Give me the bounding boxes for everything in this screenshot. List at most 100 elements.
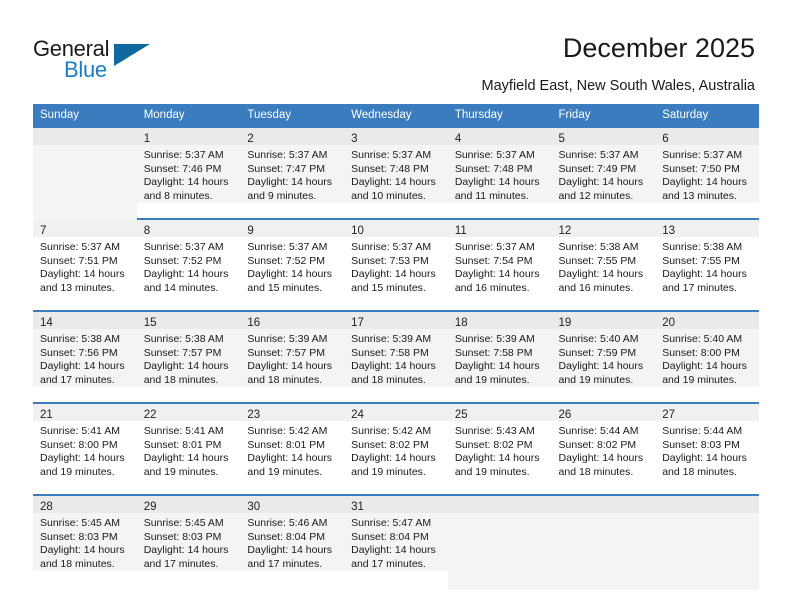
daylight-text-line2: and 19 minutes.: [351, 465, 426, 478]
calendar-day-cell[interactable]: 24 Sunrise: 5:42 AM Sunset: 8:02 PM Dayligh…: [344, 402, 448, 495]
calendar-day-cell[interactable]: 30 Sunrise: 5:46 AM Sunset: 8:04 PM Dayligh…: [240, 494, 345, 586]
sunrise-text: Sunrise: 5:38 AM: [40, 333, 120, 345]
daylight-text-line1: Daylight: 14 hours: [558, 268, 644, 281]
day-details: [447, 513, 552, 590]
calendar-day-cell[interactable]: 14 Sunrise: 5:38 AM Sunset: 7:56 PM Dayligh…: [33, 310, 137, 403]
sunset-text: Sunset: 7:54 PM: [454, 254, 533, 267]
calendar-week-row: 21 Sunrise: 5:41 AM Sunset: 8:00 PM Dayligh…: [33, 402, 759, 495]
calendar-day-cell[interactable]: 15 Sunrise: 5:38 AM Sunset: 7:57 PM Dayligh…: [136, 310, 241, 403]
calendar-day-cell[interactable]: 18 Sunrise: 5:39 AM Sunset: 7:58 PM Dayligh…: [447, 310, 552, 403]
day-details: Sunrise: 5:47 AM Sunset: 8:04 PM Daylight:…: [344, 513, 448, 572]
day-number-strip: 24: [344, 404, 448, 421]
sunset-text: Sunset: 8:03 PM: [143, 530, 222, 543]
day-number-strip: 28: [33, 496, 137, 513]
calendar-day-cell[interactable]: [33, 126, 137, 222]
daylight-text-line1: Daylight: 14 hours: [40, 268, 125, 281]
day-details: Sunrise: 5:37 AM Sunset: 7:52 PM Daylight:…: [240, 237, 344, 295]
calendar-day-cell[interactable]: 1 Sunrise: 5:37 AM Sunset: 7:46 PM Daylight…: [136, 126, 241, 219]
sunrise-text: Sunrise: 5:37 AM: [351, 241, 432, 253]
calendar-day-cell[interactable]: 22 Sunrise: 5:41 AM Sunset: 8:01 PM Dayligh…: [136, 402, 241, 495]
weekday-header-wednesday: Wednesday: [344, 104, 448, 127]
daylight-text-line2: and 18 minutes.: [662, 465, 737, 478]
day-number-strip: 20: [655, 312, 759, 329]
calendar-day-cell[interactable]: 29 Sunrise: 5:45 AM Sunset: 8:03 PM Dayligh…: [136, 494, 241, 586]
calendar-day-cell[interactable]: 10 Sunrise: 5:37 AM Sunset: 7:53 PM Dayligh…: [344, 218, 448, 311]
daylight-text-line2: and 19 minutes.: [454, 465, 530, 478]
day-number-strip: [33, 128, 137, 145]
sunset-text: Sunset: 8:03 PM: [662, 438, 740, 451]
sunset-text: Sunset: 7:55 PM: [558, 254, 637, 267]
sunset-text: Sunset: 7:58 PM: [351, 346, 429, 359]
calendar-day-cell[interactable]: 16 Sunrise: 5:39 AM Sunset: 7:57 PM Dayligh…: [240, 310, 345, 403]
calendar-day-cell[interactable]: 7 Sunrise: 5:37 AM Sunset: 7:51 PM Daylight…: [33, 218, 137, 311]
day-number-strip: 21: [33, 404, 137, 421]
calendar-day-cell[interactable]: 25 Sunrise: 5:43 AM Sunset: 8:02 PM Dayligh…: [447, 402, 552, 495]
weekday-header-friday: Friday: [551, 104, 656, 127]
calendar-day-cell[interactable]: 21 Sunrise: 5:41 AM Sunset: 8:00 PM Dayligh…: [33, 402, 137, 495]
sunset-text: Sunset: 7:59 PM: [558, 346, 637, 359]
calendar-day-cell[interactable]: 28 Sunrise: 5:45 AM Sunset: 8:03 PM Dayligh…: [33, 494, 137, 586]
day-number: 13: [662, 225, 676, 237]
calendar-day-cell[interactable]: [655, 494, 759, 590]
daylight-text-line2: and 15 minutes.: [247, 281, 323, 294]
calendar-day-cell[interactable]: 11 Sunrise: 5:37 AM Sunset: 7:54 PM Dayligh…: [447, 218, 552, 311]
calendar-day-cell[interactable]: [447, 494, 552, 590]
day-number: 11: [454, 225, 467, 237]
day-number: 5: [558, 133, 565, 145]
day-number-strip: 12: [551, 220, 656, 237]
sunrise-text: Sunrise: 5:41 AM: [143, 425, 224, 437]
daylight-text-line1: Daylight: 14 hours: [40, 544, 125, 557]
day-number-strip: 7: [33, 220, 137, 237]
sunrise-text: Sunrise: 5:37 AM: [143, 241, 224, 253]
calendar-day-cell[interactable]: 26 Sunrise: 5:44 AM Sunset: 8:02 PM Dayligh…: [551, 402, 656, 495]
daylight-text-line1: Daylight: 14 hours: [143, 268, 229, 281]
calendar-day-cell[interactable]: 20 Sunrise: 5:40 AM Sunset: 8:00 PM Dayligh…: [655, 310, 759, 403]
sunrise-text: Sunrise: 5:42 AM: [351, 425, 432, 437]
calendar-day-cell[interactable]: 2 Sunrise: 5:37 AM Sunset: 7:47 PM Daylight…: [240, 126, 345, 219]
day-number-strip: 18: [447, 312, 552, 329]
calendar-day-cell[interactable]: 8 Sunrise: 5:37 AM Sunset: 7:52 PM Daylight…: [136, 218, 241, 311]
calendar-week-row: 28 Sunrise: 5:45 AM Sunset: 8:03 PM Dayligh…: [33, 494, 759, 590]
calendar-day-cell[interactable]: 6 Sunrise: 5:37 AM Sunset: 7:50 PM Daylight…: [655, 126, 759, 219]
calendar-day-cell[interactable]: [551, 494, 656, 590]
sunrise-text: Sunrise: 5:37 AM: [247, 149, 328, 161]
sunset-text: Sunset: 7:48 PM: [351, 162, 429, 175]
day-number: 19: [558, 317, 572, 329]
sunrise-text: Sunrise: 5:39 AM: [247, 333, 328, 345]
calendar-day-cell[interactable]: 27 Sunrise: 5:44 AM Sunset: 8:03 PM Dayligh…: [655, 402, 759, 495]
daylight-text-line1: Daylight: 14 hours: [247, 452, 333, 465]
daylight-text-line1: Daylight: 14 hours: [351, 176, 436, 189]
daylight-text-line2: and 11 minutes.: [454, 189, 529, 202]
calendar-day-cell[interactable]: 5 Sunrise: 5:37 AM Sunset: 7:49 PM Daylight…: [551, 126, 656, 219]
empty-day-placeholder: [455, 517, 546, 590]
calendar-day-cell[interactable]: 9 Sunrise: 5:37 AM Sunset: 7:52 PM Daylight…: [240, 218, 345, 311]
daylight-text-line1: Daylight: 14 hours: [143, 360, 229, 373]
day-number-strip: 4: [447, 128, 552, 145]
calendar-day-cell[interactable]: 12 Sunrise: 5:38 AM Sunset: 7:55 PM Dayligh…: [551, 218, 656, 311]
general-blue-logo[interactable]: General Blue: [33, 36, 173, 82]
sunset-text: Sunset: 7:57 PM: [143, 346, 222, 359]
day-number: 20: [662, 317, 676, 329]
day-details: Sunrise: 5:43 AM Sunset: 8:02 PM Daylight:…: [448, 421, 552, 479]
day-number: 21: [40, 409, 53, 421]
sunset-text: Sunset: 8:01 PM: [143, 438, 222, 451]
day-number: 2: [247, 133, 254, 145]
sunrise-text: Sunrise: 5:37 AM: [558, 149, 639, 161]
calendar-day-cell[interactable]: 31 Sunrise: 5:47 AM Sunset: 8:04 PM Dayligh…: [344, 494, 448, 586]
calendar-day-cell[interactable]: 17 Sunrise: 5:39 AM Sunset: 7:58 PM Dayligh…: [344, 310, 448, 403]
calendar-day-cell[interactable]: 4 Sunrise: 5:37 AM Sunset: 7:48 PM Daylight…: [447, 126, 552, 219]
daylight-text-line2: and 19 minutes.: [454, 373, 530, 386]
daylight-text-line2: and 17 minutes.: [143, 557, 219, 570]
day-details: Sunrise: 5:42 AM Sunset: 8:01 PM Daylight:…: [240, 421, 344, 479]
calendar-day-cell[interactable]: 19 Sunrise: 5:40 AM Sunset: 7:59 PM Dayligh…: [551, 310, 656, 403]
day-details: Sunrise: 5:41 AM Sunset: 8:01 PM Daylight:…: [137, 421, 241, 479]
daylight-text-line2: and 17 minutes.: [662, 281, 737, 294]
calendar-day-cell[interactable]: 3 Sunrise: 5:37 AM Sunset: 7:48 PM Daylight…: [344, 126, 448, 219]
day-number-strip: 2: [240, 128, 345, 145]
calendar-day-cell[interactable]: 13 Sunrise: 5:38 AM Sunset: 7:55 PM Dayligh…: [655, 218, 759, 311]
day-details: Sunrise: 5:37 AM Sunset: 7:51 PM Daylight:…: [33, 237, 137, 295]
sunset-text: Sunset: 7:53 PM: [351, 254, 429, 267]
daylight-text-line2: and 19 minutes.: [247, 465, 323, 478]
day-number: 17: [351, 317, 364, 329]
calendar-day-cell[interactable]: 23 Sunrise: 5:42 AM Sunset: 8:01 PM Dayligh…: [240, 402, 345, 495]
